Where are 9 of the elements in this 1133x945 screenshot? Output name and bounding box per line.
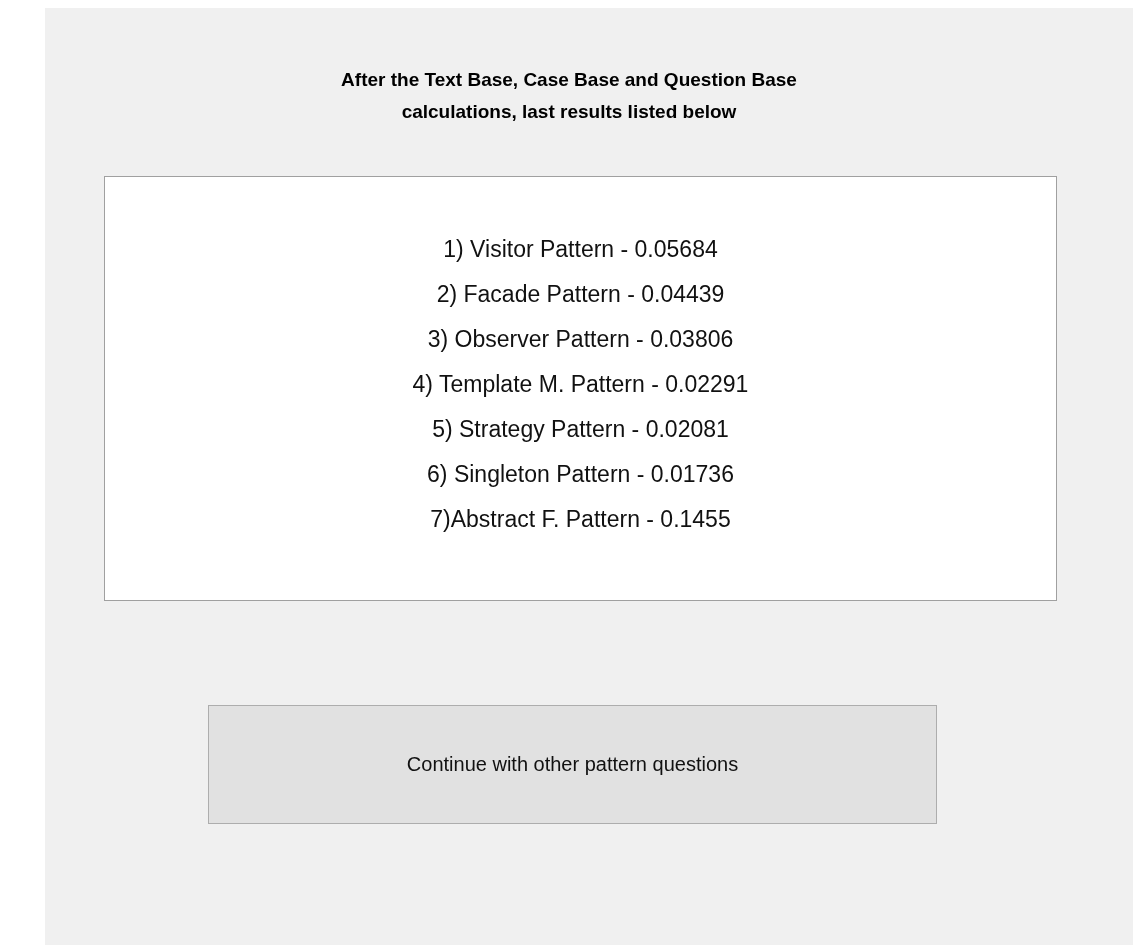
result-line: 3) Observer Pattern - 0.03806	[427, 325, 734, 354]
result-line: 1) Visitor Pattern - 0.05684	[443, 235, 718, 264]
continue-button[interactable]: Continue with other pattern questions	[208, 705, 937, 824]
result-line: 4) Template M. Pattern - 0.02291	[412, 370, 749, 399]
result-line: 5) Strategy Pattern - 0.02081	[432, 415, 729, 444]
heading: After the Text Base, Case Base and Question Base calculations, last results listed below	[340, 68, 798, 124]
result-line: 7)Abstract F. Pattern - 0.1455	[430, 505, 731, 534]
result-line: 2) Facade Pattern - 0.04439	[436, 280, 725, 309]
result-line: 6) Singleton Pattern - 0.01736	[427, 460, 734, 489]
